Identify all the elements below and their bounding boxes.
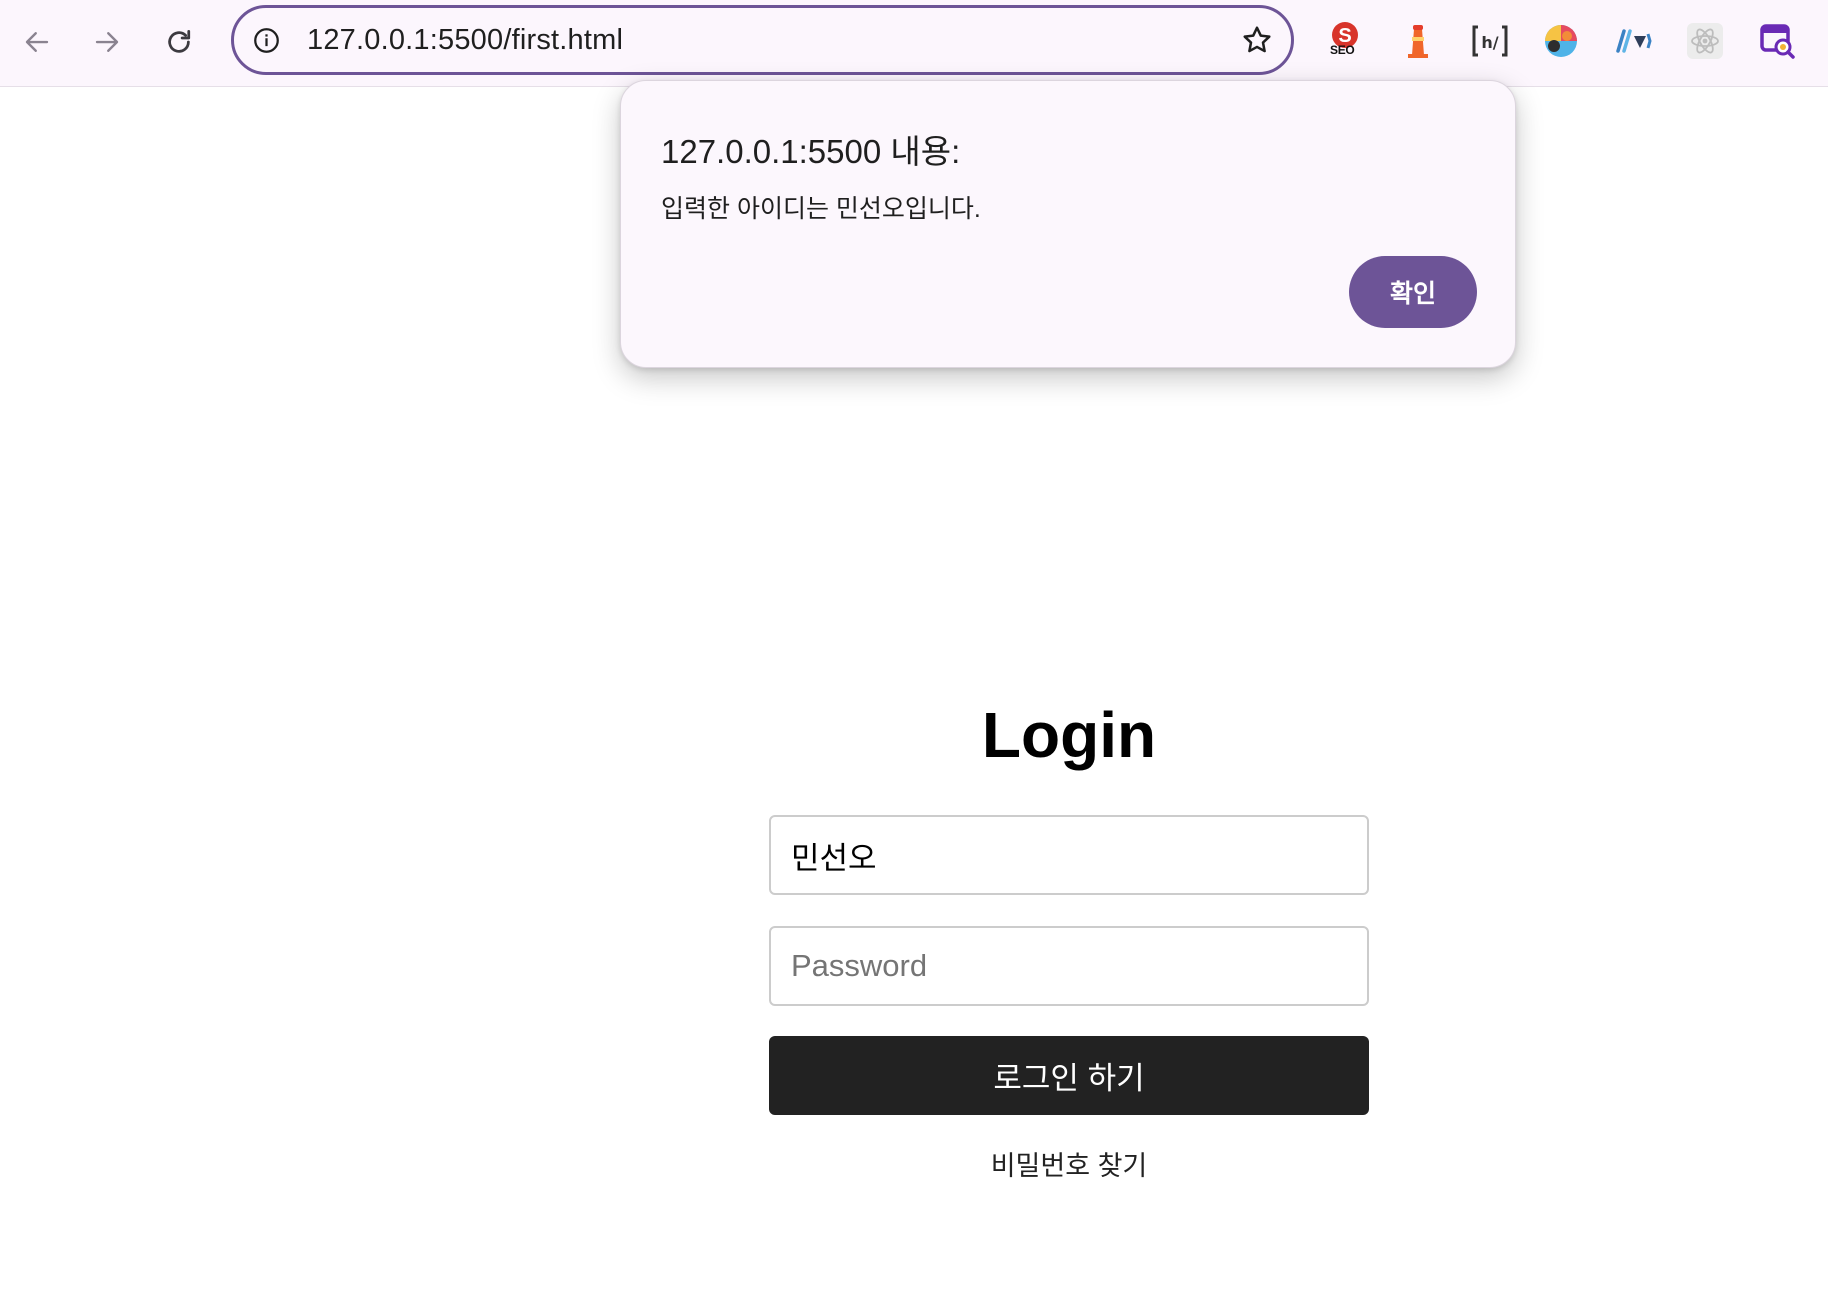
find-password-link[interactable]: 비밀번호 찾기 [769, 1144, 1369, 1183]
forward-button[interactable] [82, 17, 132, 67]
url-text[interactable]: 127.0.0.1:5500/first.html [307, 8, 623, 72]
svg-text:h/: h/ [1481, 33, 1498, 52]
arrow-left-icon [25, 32, 49, 52]
alert-title: 127.0.0.1:5500 내용: [661, 133, 961, 170]
alert-ok-button[interactable]: 확인 [1349, 256, 1477, 328]
login-heading: Login [981, 699, 1157, 771]
reload-icon [168, 30, 191, 53]
headings-map-extension-icon[interactable]: h/ [1469, 20, 1511, 62]
reload-button[interactable] [154, 17, 204, 67]
purple-search-extension-icon[interactable] [1756, 20, 1798, 62]
bookmark-star-icon[interactable] [1241, 24, 1273, 56]
password-input[interactable] [769, 926, 1369, 1006]
arrow-right-icon [95, 32, 119, 52]
vue-devtools-extension-icon[interactable] [1612, 20, 1654, 62]
react-devtools-extension-icon[interactable] [1684, 20, 1726, 62]
seo-extension-icon[interactable]: S SEO [1324, 20, 1366, 62]
address-bar[interactable]: 127.0.0.1:5500/first.html [231, 5, 1294, 75]
site-info-icon[interactable] [253, 27, 280, 54]
back-button[interactable] [12, 17, 62, 67]
seo-extension-label: SEO [1330, 43, 1355, 57]
colorful-ball-extension-icon[interactable] [1540, 20, 1582, 62]
browser-toolbar: 127.0.0.1:5500/first.html S SEO h/ [0, 0, 1828, 87]
alert-message: 입력한 아이디는 민선오입니다. [661, 195, 981, 223]
login-button[interactable]: 로그인 하기 [769, 1036, 1369, 1115]
lighthouse-extension-icon[interactable] [1397, 20, 1439, 62]
id-input[interactable] [769, 815, 1369, 895]
alert-dialog: 127.0.0.1:5500 내용: 입력한 아이디는 민선오입니다. 확인 [620, 80, 1516, 368]
